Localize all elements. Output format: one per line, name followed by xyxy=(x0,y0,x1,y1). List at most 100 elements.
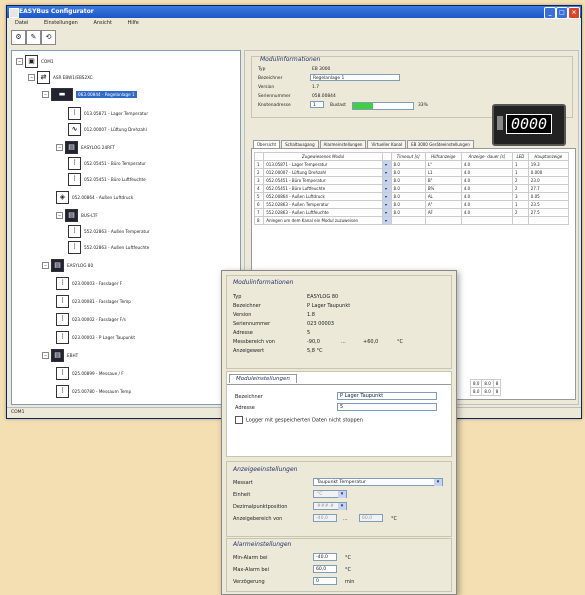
table-cell[interactable]: 8.0 xyxy=(481,379,494,388)
table-cell[interactable]: 552.02863 - Außen Temperatur xyxy=(263,200,383,209)
refresh-icon[interactable]: ⟲ xyxy=(41,30,56,45)
tree-node[interactable]: − ▤ EASYLOG 24RFT xyxy=(56,141,115,154)
table-cell[interactable]: 8.0 xyxy=(390,200,426,209)
bezeichner-input[interactable]: P Lager Taupunkt xyxy=(337,392,437,400)
table-cell[interactable]: 23.0 xyxy=(527,176,570,185)
tree-node-bus[interactable]: − ⇄ ASR EBW1/EBS2XC xyxy=(28,71,93,84)
tree-node[interactable]: ∿ 012.00007 - Lüftung Drehzahl xyxy=(68,123,147,136)
table-row[interactable]: 6 552.02863 - Außen Temperatur ▾ 8.0 A° 4.0 1 2… xyxy=(253,200,570,209)
chevron-down-icon[interactable]: ▾ xyxy=(338,503,346,510)
chevron-down-icon[interactable]: ▾ xyxy=(434,479,442,486)
tree-node[interactable]: ⫶ 552.02863 - Außen Luftfeuchte xyxy=(68,241,149,254)
einheit-select[interactable]: °C ▾ xyxy=(313,490,347,498)
collapse-icon[interactable]: − xyxy=(28,74,35,81)
tree-node[interactable]: ⫶ 023.00003 - P Lager Taupunkt xyxy=(56,331,135,344)
close-button[interactable]: × xyxy=(568,7,580,19)
connect-button[interactable]: ⚙ xyxy=(11,30,26,45)
collapse-icon[interactable]: − xyxy=(16,58,23,65)
table-cell[interactable]: 2 xyxy=(512,176,529,185)
table-cell[interactable]: 3 xyxy=(512,192,529,201)
tree-node[interactable]: ⫶ 052.05451 - Büro Luftfeuchte xyxy=(68,173,146,186)
table-cell[interactable]: 4.0 xyxy=(460,208,514,217)
menu-hilfe[interactable]: Hilfe xyxy=(128,20,139,26)
table-row[interactable]: 7 552.02863 - Außen Luftfeuchte ▾ 8.0 AF 4.0 2… xyxy=(253,208,570,217)
table-cell[interactable]: 0.000 xyxy=(527,168,570,177)
table-cell[interactable]: 4.0 xyxy=(460,184,514,193)
bezeichner-field[interactable]: Regelanlage 1 xyxy=(310,74,400,81)
table-cell[interactable]: 4.0 xyxy=(460,168,514,177)
table-cell[interactable]: 8.0 xyxy=(390,192,426,201)
tab-schaltausgang[interactable]: Schaltausgang xyxy=(281,140,319,148)
table-cell[interactable]: AF xyxy=(424,208,462,217)
table-cell[interactable]: 27.7 xyxy=(527,184,570,193)
table-cell[interactable] xyxy=(512,216,529,225)
chevron-down-icon[interactable]: ▾ xyxy=(381,160,392,169)
tree-node[interactable]: ⫶ 023.00081 - Fasslager Temp xyxy=(56,295,131,308)
table-cell[interactable]: 4.0 xyxy=(460,176,514,185)
table-cell[interactable]: 052.05451 - Büro Temperatur xyxy=(263,176,383,185)
tab-uebersicht[interactable]: Übersicht xyxy=(253,140,281,148)
table-cell[interactable]: 4.0 xyxy=(460,200,514,209)
table-cell[interactable]: 1 xyxy=(512,168,529,177)
collapse-icon[interactable]: − xyxy=(42,91,49,98)
table-cell[interactable]: 013.05871 - Lager Temperatur xyxy=(263,160,383,169)
menu-ansicht[interactable]: Ansicht xyxy=(93,20,111,26)
table-row[interactable]: 5 052.00864 - Außen Luftdruck ▾ 8.0 AL 4.0 3 0.… xyxy=(253,192,570,201)
table-cell[interactable]: 19.3 xyxy=(527,160,570,169)
table-cell[interactable]: 1 xyxy=(512,160,529,169)
table-cell[interactable]: AL xyxy=(424,192,462,201)
table-row[interactable]: 4 052.05451 - Büro Luftfeuchte ▾ 8.0 B% 4.0 2 2… xyxy=(253,184,570,193)
table-cell[interactable] xyxy=(390,216,426,225)
table-cell[interactable]: 8 xyxy=(492,379,502,388)
table-cell[interactable]: 2 xyxy=(512,208,529,217)
table-cell[interactable]: A° xyxy=(424,200,462,209)
messart-select[interactable]: Taupunkt Temperatur ▾ xyxy=(313,478,443,486)
tree-node[interactable]: ⫶ 052.05451 - Büro Temperatur xyxy=(68,157,146,170)
collapse-icon[interactable]: − xyxy=(56,212,63,219)
collapse-icon[interactable]: − xyxy=(42,352,49,359)
table-cell[interactable]: 8.0 xyxy=(390,208,426,217)
tree-node[interactable]: ◈ 052.00864 - Außen Luftdruck xyxy=(56,191,133,204)
collapse-icon[interactable]: − xyxy=(42,262,49,269)
table-cell[interactable]: 23.5 xyxy=(527,200,570,209)
tab-alarmeinstellungen[interactable]: Alarmeinstellungen xyxy=(319,140,367,148)
min-alarm-input[interactable]: -40,0 xyxy=(313,553,337,561)
collapse-icon[interactable]: − xyxy=(56,144,63,151)
table-cell[interactable]: 4.0 xyxy=(460,160,514,169)
table-row[interactable]: 8.0 8.0 8 xyxy=(469,387,502,396)
table-cell[interactable]: 8.0 xyxy=(469,379,483,388)
chevron-down-icon[interactable]: ▾ xyxy=(381,168,392,177)
table-row[interactable]: 8.0 8.0 8 xyxy=(469,379,502,388)
table-cell[interactable]: 8.0 xyxy=(390,160,426,169)
table-cell[interactable]: 8.0 xyxy=(390,176,426,185)
table-cell[interactable]: 8.0 xyxy=(469,387,483,396)
chevron-down-icon[interactable]: ▾ xyxy=(338,491,346,498)
table-row[interactable]: 1 013.05871 - Lager Temperatur ▾ 8.0 L° 4.0 1 1… xyxy=(253,160,570,169)
table-cell[interactable]: 27.5 xyxy=(527,208,570,217)
table-cell[interactable]: 052.00864 - Außen Luftdruck xyxy=(263,192,383,201)
tree-node[interactable]: ⫶ 025.00780 - Messaum Temp xyxy=(56,385,131,398)
tree-node[interactable]: ⫶ 552.02863 - Außen Temperatur xyxy=(68,225,150,238)
tree-node[interactable]: ⫶ 025.00899 - Messaue / F xyxy=(56,367,124,380)
menu-einstellungen[interactable]: Einstellungen xyxy=(44,20,78,26)
device-tree[interactable]: − ▣ COM1 − ⇄ ASR EBW1/EBS2XC − ▬ 063.008… xyxy=(11,50,241,405)
minimize-button[interactable]: _ xyxy=(544,7,556,19)
table-cell[interactable] xyxy=(424,216,462,225)
chevron-down-icon[interactable]: ▾ xyxy=(381,216,392,225)
table-cell[interactable]: 2 xyxy=(512,184,529,193)
logger-checkbox[interactable]: Logger mit gespeicherten Daten nicht sto… xyxy=(235,416,363,424)
tree-node[interactable]: ⫶ 013.05871 - Lager Temperatur xyxy=(68,107,148,120)
tree-node-selected[interactable]: − ▬ 063.00844 - Regelanlage 1 xyxy=(42,88,137,101)
knoten-field[interactable]: 1 xyxy=(310,101,324,108)
table-cell[interactable]: Anlegen um dem Kanal ein Modul zuzuweise… xyxy=(263,216,383,225)
tab-virtueller-kanal[interactable]: Virtueller Kanal xyxy=(367,140,407,148)
table-cell[interactable]: 8.0 xyxy=(390,168,426,177)
table-cell[interactable]: B° xyxy=(424,176,462,185)
table-cell[interactable]: 8 xyxy=(492,387,502,396)
anzeigebereich-to[interactable]: 60,0 xyxy=(359,514,383,522)
table-cell[interactable]: B% xyxy=(424,184,462,193)
tree-node[interactable]: ⫶ 023.00003 - Fasslager F xyxy=(56,277,122,290)
table-cell[interactable]: L° xyxy=(424,160,462,169)
tree-node[interactable]: − ▤ EASYLOG 80 xyxy=(42,259,93,272)
verzoegerung-input[interactable]: 0 xyxy=(313,577,337,585)
